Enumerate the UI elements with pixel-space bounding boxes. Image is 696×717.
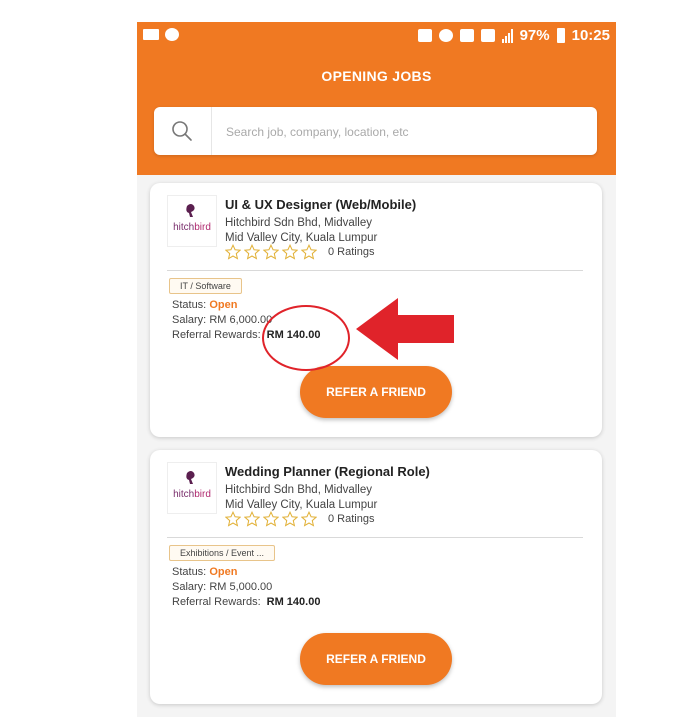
logo-wordmark: hitchbird (168, 489, 216, 500)
company-logo: hitchbird (167, 195, 217, 247)
bird-icon (186, 204, 195, 217)
company-name: Hitchbird Sdn Bhd, Midvalley (225, 484, 373, 496)
job-location: Mid Valley City, Kuala Lumpur (225, 232, 378, 244)
salary-value: RM 5,000.00 (209, 581, 273, 593)
rating-stars: 0 Ratings (225, 244, 374, 260)
logo-text-hitch: hitch (173, 489, 195, 500)
star-icon (244, 511, 260, 527)
job-title[interactable]: Wedding Planner (Regional Role) (225, 464, 430, 479)
reward-label: Referral Rewards: (172, 329, 261, 341)
page-title: OPENING JOBS (321, 68, 432, 84)
status-bar: 97% 10:25 (137, 22, 616, 52)
whatsapp-icon (165, 28, 179, 41)
status-left-icons (143, 28, 179, 41)
refer-a-friend-button[interactable]: REFER A FRIEND (300, 633, 452, 685)
referral-reward: Referral Rewards: RM 140.00 (172, 596, 320, 608)
reward-label: Referral Rewards: (172, 596, 261, 608)
job-location: Mid Valley City, Kuala Lumpur (225, 499, 378, 511)
logo-text-bird: bird (194, 222, 211, 233)
star-icon (263, 511, 279, 527)
logo-text-bird: bird (194, 489, 211, 500)
referral-reward: Referral Rewards: RM 140.00 (172, 329, 320, 341)
job-salary: Salary: RM 6,000.00 (172, 314, 272, 326)
app-header: 97% 10:25 OPENING JOBS (137, 22, 616, 175)
divider (167, 270, 583, 271)
wifi-icon (459, 29, 474, 42)
job-status: Status: Open (172, 299, 237, 311)
search-icon (172, 121, 192, 141)
alarm-icon (438, 29, 453, 42)
mail-icon (143, 29, 159, 40)
search-icon-box (154, 107, 212, 155)
logo-wordmark: hitchbird (168, 222, 216, 233)
star-icon (282, 511, 298, 527)
salary-label: Salary: (172, 314, 207, 326)
status-value: Open (209, 566, 238, 578)
bird-icon (186, 471, 195, 484)
refer-a-friend-button[interactable]: REFER A FRIEND (300, 366, 452, 418)
reward-value: RM 140.00 (266, 329, 321, 341)
nfc-icon (480, 29, 495, 42)
battery-percent: 97% (519, 27, 550, 44)
star-icon (225, 511, 241, 527)
status-label: Status: (172, 299, 207, 311)
annotation-arrow-icon (356, 298, 454, 360)
logo-text-hitch: hitch (173, 222, 195, 233)
company-name: Hitchbird Sdn Bhd, Midvalley (225, 217, 373, 229)
star-icon (244, 244, 260, 260)
rating-stars: 0 Ratings (225, 511, 374, 527)
ratings-count: 0 Ratings (328, 513, 375, 525)
status-value: Open (209, 299, 238, 311)
star-icon (282, 244, 298, 260)
star-icon (301, 244, 317, 260)
category-tag: Exhibitions / Event ... (169, 545, 276, 561)
clock: 10:25 (571, 27, 610, 44)
search-bar[interactable] (154, 107, 597, 155)
status-right-icons: 97% 10:25 (417, 27, 610, 44)
salary-label: Salary: (172, 581, 207, 593)
signal-icon (501, 28, 513, 43)
job-status: Status: Open (172, 566, 237, 578)
battery-icon (556, 28, 565, 43)
company-logo: hitchbird (167, 462, 217, 514)
star-icon (225, 244, 241, 260)
ratings-count: 0 Ratings (328, 246, 375, 258)
mute-icon (417, 29, 432, 42)
job-title[interactable]: UI & UX Designer (Web/Mobile) (225, 197, 416, 212)
job-card[interactable]: hitchbird Wedding Planner (Regional Role… (150, 450, 602, 704)
phone-screen: 97% 10:25 OPENING JOBS hitchbird UI & UX (137, 22, 616, 717)
job-salary: Salary: RM 5,000.00 (172, 581, 272, 593)
star-icon (263, 244, 279, 260)
category-tag: IT / Software (169, 278, 242, 294)
divider (167, 537, 583, 538)
salary-value: RM 6,000.00 (209, 314, 273, 326)
star-icon (301, 511, 317, 527)
status-label: Status: (172, 566, 207, 578)
reward-value: RM 140.00 (266, 596, 321, 608)
search-input[interactable] (224, 117, 588, 147)
